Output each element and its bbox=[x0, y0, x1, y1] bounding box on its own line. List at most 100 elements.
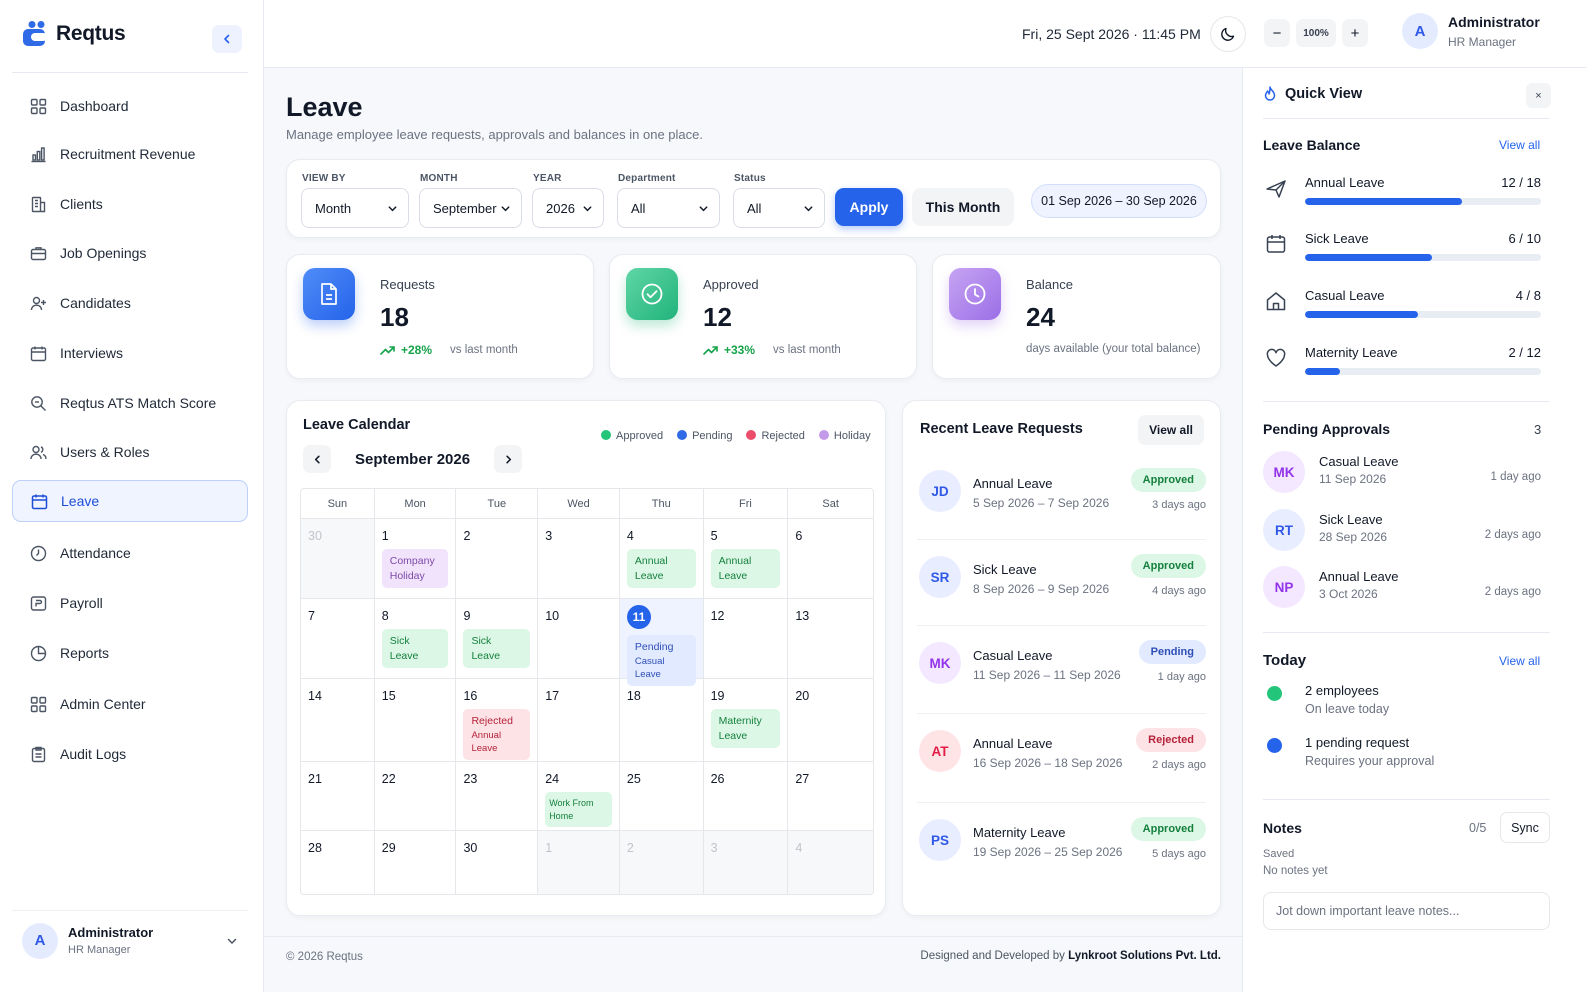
recent-request-row[interactable]: JD Annual Leave 5 Sep 2026 – 7 Sep 2026 App… bbox=[917, 454, 1206, 540]
sidebar-item-audit-logs[interactable]: Audit Logs bbox=[12, 733, 248, 775]
calendar-day-cell[interactable]: 16 Rejected Annual Leave bbox=[456, 679, 539, 761]
calendar-day-cell[interactable]: 13 bbox=[788, 599, 873, 678]
time-ago: 2 days ago bbox=[1484, 586, 1541, 598]
recent-request-row[interactable]: MK Casual Leave 11 Sep 2026 – 11 Sep 2026 P… bbox=[917, 625, 1206, 711]
zoom-in-button[interactable]: + bbox=[1342, 19, 1368, 47]
calendar-day-cell[interactable]: 9 Sick Leave bbox=[456, 599, 539, 678]
status-select[interactable]: All bbox=[733, 188, 825, 228]
notes-input[interactable] bbox=[1263, 892, 1550, 930]
calendar-day-cell[interactable]: 18 bbox=[620, 679, 704, 761]
leave-event[interactable]: Sick Leave bbox=[463, 629, 531, 669]
sidebar-item-payroll[interactable]: Payroll bbox=[12, 582, 248, 624]
calendar-day-cell[interactable]: 3 bbox=[703, 831, 789, 894]
calendar-day-cell[interactable]: 1 Company Holiday bbox=[375, 519, 457, 598]
sync-notes-button[interactable]: Sync bbox=[1500, 812, 1550, 843]
calendar-day-cell[interactable]: 5 Annual Leave bbox=[704, 519, 789, 598]
calendar-day-cell[interactable]: 7 bbox=[301, 599, 375, 678]
stat-trend: +28% vs last month bbox=[380, 343, 518, 357]
leave-event[interactable]: Maternity Leave bbox=[710, 709, 781, 749]
calendar-day-cell[interactable]: 27 bbox=[788, 762, 873, 830]
this-month-button[interactable]: This Month bbox=[912, 188, 1014, 226]
calendar-day-cell[interactable]: 4 bbox=[788, 831, 873, 894]
view-all-requests-button[interactable]: View all bbox=[1138, 415, 1204, 445]
sidebar-item-reports[interactable]: Reports bbox=[12, 632, 248, 674]
sidebar-item-admin-center[interactable]: Admin Center bbox=[12, 683, 248, 725]
sidebar-item-dashboard[interactable]: Dashboard bbox=[12, 85, 248, 127]
sidebar-item-attendance[interactable]: Attendance bbox=[12, 532, 248, 574]
recent-request-row[interactable]: PS Maternity Leave 19 Sep 2026 – 25 Sep 20… bbox=[917, 802, 1206, 888]
calendar-day-cell[interactable]: 1 bbox=[538, 831, 620, 894]
topbar-user-menu[interactable]: A Administrator HR Manager bbox=[1402, 13, 1540, 49]
leave-balance-row[interactable]: Annual Leave 12 / 18 bbox=[1263, 175, 1541, 215]
calendar-day-cell[interactable]: 19 Maternity Leave bbox=[704, 679, 789, 761]
view-all-today-link[interactable]: View all bbox=[1499, 654, 1540, 668]
leave-event[interactable]: Work From Home bbox=[545, 792, 612, 828]
leave-balance-row[interactable]: Casual Leave 4 / 8 bbox=[1263, 288, 1541, 328]
sidebar-item-ats-match-score[interactable]: Reqtus ATS Match Score bbox=[12, 382, 248, 424]
calendar-day-cell[interactable]: 3 bbox=[538, 519, 620, 598]
calendar-day-cell[interactable]: 8 Sick Leave bbox=[375, 599, 457, 678]
leave-type: Sick Leave bbox=[973, 562, 1037, 577]
status-badge: Approved bbox=[1130, 817, 1206, 841]
calendar-day-cell[interactable]: 24 Work From Home bbox=[538, 762, 620, 830]
calendar-day-cell[interactable]: 21 bbox=[301, 762, 375, 830]
quick-view-panel: Quick View × Leave Balance View all Annu… bbox=[1242, 68, 1586, 992]
collapse-sidebar-button[interactable] bbox=[212, 25, 242, 53]
calendar-day-cell[interactable]: 30 bbox=[456, 831, 539, 894]
leave-event[interactable]: Company Holiday bbox=[381, 549, 449, 589]
calendar-day-cell[interactable]: 30 bbox=[301, 519, 375, 598]
sidebar-item-job-openings[interactable]: Job Openings bbox=[12, 232, 248, 274]
pending-approval-row[interactable]: MK Casual Leave 11 Sep 2026 1 day ago bbox=[1263, 451, 1541, 495]
calendar-day-cell[interactable]: 11 Pending Casual Leave bbox=[619, 599, 704, 687]
calendar-day-cell[interactable]: 17 bbox=[538, 679, 620, 761]
leave-balance-row[interactable]: Sick Leave 6 / 10 bbox=[1263, 231, 1541, 271]
previous-month-button[interactable] bbox=[303, 445, 331, 473]
calendar-day-cell[interactable]: 2 bbox=[619, 831, 704, 894]
sidebar-item-recruitment-revenue[interactable]: Recruitment Revenue bbox=[12, 133, 248, 175]
calendar-day-cell[interactable]: 4 Annual Leave bbox=[620, 519, 704, 598]
recent-request-row[interactable]: AT Annual Leave 16 Sep 2026 – 18 Sep 2026 R… bbox=[917, 713, 1206, 799]
leave-event[interactable]: Rejected Annual Leave bbox=[463, 709, 531, 761]
close-quick-view-button[interactable]: × bbox=[1526, 83, 1551, 108]
calendar-day-cell[interactable]: 29 bbox=[375, 831, 457, 894]
calendar-day-cell[interactable]: 14 bbox=[301, 679, 375, 761]
sidebar-item-interviews[interactable]: Interviews bbox=[12, 332, 248, 374]
calendar-day-cell[interactable]: 15 bbox=[375, 679, 457, 761]
pending-approval-row[interactable]: NP Annual Leave 3 Oct 2026 2 days ago bbox=[1263, 566, 1541, 610]
leave-event[interactable]: Annual Leave bbox=[710, 549, 781, 589]
sidebar-item-users-roles[interactable]: Users & Roles bbox=[12, 431, 248, 473]
sidebar-item-clients[interactable]: Clients bbox=[12, 183, 248, 225]
sidebar-item-leave[interactable]: Leave bbox=[12, 480, 248, 522]
calendar-day-cell[interactable]: 25 bbox=[620, 762, 704, 830]
recent-request-row[interactable]: SR Sick Leave 8 Sep 2026 – 9 Sep 2026 Appro… bbox=[917, 539, 1206, 625]
calendar-day-cell[interactable]: 23 bbox=[456, 762, 539, 830]
leave-balance-row[interactable]: Maternity Leave 2 / 12 bbox=[1263, 345, 1541, 385]
leave-event[interactable]: Annual Leave bbox=[626, 549, 696, 589]
theme-toggle-button[interactable] bbox=[1210, 16, 1246, 52]
calendar-day-cell[interactable]: 2 bbox=[456, 519, 539, 598]
calendar-day-cell[interactable]: 6 bbox=[788, 519, 873, 598]
year-select[interactable]: 2026 bbox=[532, 188, 604, 228]
calendar-day-cell[interactable]: 22 bbox=[375, 762, 457, 830]
calendar-day-cell[interactable]: 28 bbox=[301, 831, 375, 894]
sidebar-user-menu[interactable]: A Administrator HR Manager bbox=[12, 910, 248, 970]
next-month-button[interactable] bbox=[494, 445, 523, 473]
calendar-day-cell[interactable]: 12 bbox=[704, 599, 789, 678]
view-by-select[interactable]: Month bbox=[301, 188, 409, 228]
calendar-day-cell[interactable]: 20 bbox=[788, 679, 873, 761]
month-select[interactable]: September bbox=[419, 188, 522, 228]
apply-button[interactable]: Apply bbox=[835, 188, 903, 226]
leave-event[interactable]: Sick Leave bbox=[381, 629, 449, 669]
zoom-out-button[interactable]: − bbox=[1264, 19, 1290, 47]
calendar-day-cell[interactable]: 10 bbox=[538, 599, 620, 678]
leave-type: Annual Leave bbox=[1305, 175, 1385, 190]
briefcase-icon bbox=[29, 244, 47, 262]
stat-label: Approved bbox=[703, 277, 759, 292]
sidebar-item-candidates[interactable]: Candidates bbox=[12, 282, 248, 324]
pending-approval-row[interactable]: RT Sick Leave 28 Sep 2026 2 days ago bbox=[1263, 509, 1541, 553]
view-all-balance-link[interactable]: View all bbox=[1499, 138, 1540, 152]
department-select[interactable]: All bbox=[617, 188, 720, 228]
app-logo[interactable]: Reqtus bbox=[22, 20, 126, 48]
balance-progress-fill bbox=[1305, 254, 1433, 261]
calendar-day-cell[interactable]: 26 bbox=[704, 762, 789, 830]
